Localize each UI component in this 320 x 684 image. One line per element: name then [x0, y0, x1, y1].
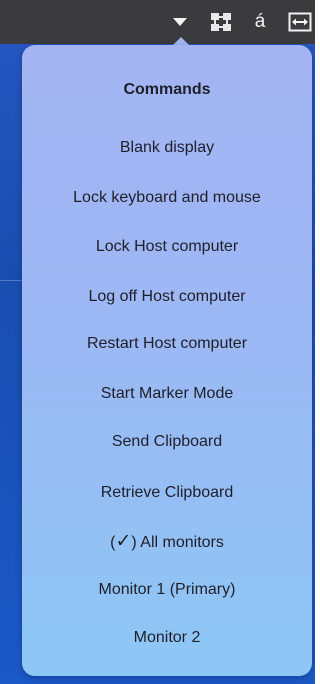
menu-item-monitor-2[interactable]: Monitor 2	[22, 629, 312, 647]
commands-menu: Commands Blank display Lock keyboard and…	[22, 45, 312, 676]
network-icon[interactable]	[207, 10, 235, 34]
checkmark-icon: ✓	[115, 531, 132, 552]
menu-item-blank-display[interactable]: Blank display	[22, 139, 312, 157]
remote-desktop-screen: á Commands Blank display Lock keyboard a…	[0, 0, 315, 684]
menu-item-all-monitors[interactable]: (✓) All monitors	[22, 530, 312, 553]
menu-item-log-off-host-computer[interactable]: Log off Host computer	[22, 288, 312, 306]
dropdown-arrow-icon[interactable]	[168, 10, 192, 34]
accent-character-icon[interactable]: á	[250, 10, 270, 34]
menu-item-lock-host-computer[interactable]: Lock Host computer	[22, 238, 312, 256]
menu-item-lock-keyboard-mouse[interactable]: Lock keyboard and mouse	[22, 189, 312, 207]
menu-item-send-clipboard[interactable]: Send Clipboard	[22, 433, 312, 451]
menu-item-label: All monitors	[140, 534, 224, 551]
resize-icon[interactable]	[287, 10, 313, 34]
top-toolbar: á	[0, 0, 315, 44]
paren-close: )	[131, 534, 137, 551]
menu-item-retrieve-clipboard[interactable]: Retrieve Clipboard	[22, 484, 312, 502]
menu-title: Commands	[123, 81, 211, 98]
menu-item-restart-host-computer[interactable]: Restart Host computer	[22, 335, 312, 353]
menu-item-monitor-1[interactable]: Monitor 1 (Primary)	[22, 581, 312, 599]
menu-item-start-marker-mode[interactable]: Start Marker Mode	[22, 385, 312, 403]
